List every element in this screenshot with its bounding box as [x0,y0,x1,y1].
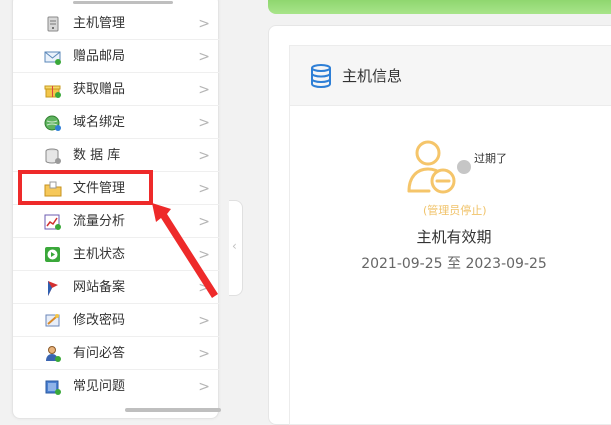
validity-range: 2021-09-25 至 2023-09-25 [361,256,547,272]
sidebar-item-domain-binding[interactable]: 域名绑定 > [13,106,220,139]
sidebar-item-host-status[interactable]: 主机状态 > [13,238,220,271]
globe-icon [44,114,62,132]
sidebar-item-database[interactable]: 数 据 库 > [13,139,220,172]
sidebar-collapse-handle[interactable]: ‹ [229,200,243,296]
faq-icon [44,378,62,396]
chevron-right-icon: > [198,82,210,98]
chart-icon [44,213,62,231]
sidebar-item-label: 主机管理 [73,16,126,31]
chevron-right-icon: > [198,181,210,197]
user-stopped-icon [406,139,458,199]
host-info-panel: 主机信息 过期了 (管理员停止) 主机有效期 2021-09-25 至 2023… [289,45,611,425]
chevron-right-icon: > [198,214,210,230]
sidebar-item-label: 赠品邮局 [73,49,126,64]
sidebar-item-faq[interactable]: 常见问题 > [13,370,220,403]
status-text: 过期了 [474,152,507,165]
sidebar-item-website-filing[interactable]: 网站备案 > [13,271,220,304]
chevron-right-icon: > [198,115,210,131]
sidebar-item-gift-mail[interactable]: 赠品邮局 > [13,40,220,73]
chevron-right-icon: > [198,49,210,65]
chevron-right-icon: > [198,346,210,362]
mail-icon [44,48,62,66]
play-icon [44,246,62,264]
sidebar-menu: 主机管理 > 赠品邮局 > 获取赠品 > 域名绑定 > 数 据 库 > 文件管理… [13,7,220,403]
sidebar: 主机管理 > 赠品邮局 > 获取赠品 > 域名绑定 > 数 据 库 > 文件管理… [12,0,221,419]
sidebar-item-get-gift[interactable]: 获取赠品 > [13,73,220,106]
chevron-right-icon: > [198,280,210,296]
sidebar-item-label: 数 据 库 [73,148,121,163]
sidebar-item-label: 网站备案 [73,280,126,295]
chevron-right-icon: > [198,247,210,263]
database-icon [310,64,332,92]
database-icon [44,147,62,165]
user-help-icon [44,345,62,363]
flag-icon [44,279,62,297]
server-icon [44,15,62,33]
sidebar-top-bar [73,1,173,4]
sidebar-item-change-password[interactable]: 修改密码 > [13,304,220,337]
chevron-left-icon: ‹ [232,239,237,253]
sidebar-item-label: 有问必答 [73,346,126,361]
sidebar-item-label: 修改密码 [73,313,126,328]
sidebar-item-label: 获取赠品 [73,82,126,97]
sidebar-item-label: 域名绑定 [73,115,126,130]
chevron-right-icon: > [198,313,210,329]
sidebar-item-label: 流量分析 [73,214,126,229]
validity-label: 主机有效期 [416,228,492,246]
sidebar-bottom-bar [125,408,221,412]
gift-icon [44,81,62,99]
status-dot [457,160,471,174]
panel-header: 主机信息 [290,46,611,106]
sidebar-item-label: 主机状态 [73,247,126,262]
key-icon [44,312,62,330]
sidebar-item-host-management[interactable]: 主机管理 > [13,7,220,40]
chevron-right-icon: > [198,379,210,395]
sidebar-item-traffic-analysis[interactable]: 流量分析 > [13,205,220,238]
chevron-right-icon: > [198,148,210,164]
sidebar-item-qa[interactable]: 有问必答 > [13,337,220,370]
panel-title: 主机信息 [342,67,403,85]
admin-note: (管理员停止) [423,204,487,217]
sidebar-item-label: 常见问题 [73,379,126,394]
chevron-right-icon: > [198,16,210,32]
top-banner-strip [268,0,611,14]
highlight-box [18,170,153,205]
